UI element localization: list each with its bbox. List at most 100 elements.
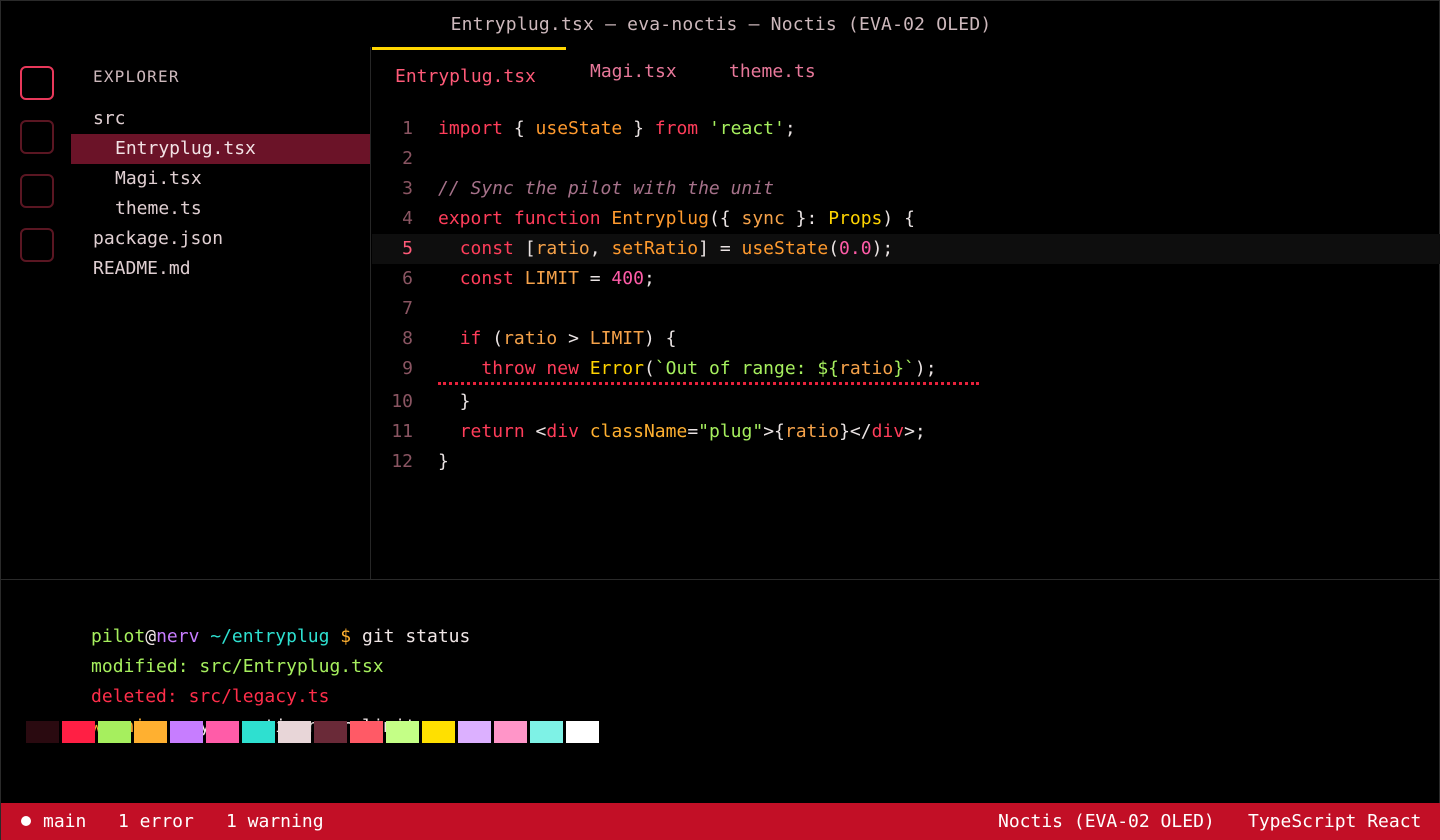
- palette-swatch: [170, 721, 203, 743]
- window-title: Entryplug.tsx — eva-noctis — Noctis (EVA…: [450, 13, 992, 35]
- code-token: (: [828, 238, 840, 259]
- code-token: );: [871, 238, 894, 259]
- code-token: div: [546, 421, 579, 442]
- editor-tabs: Entryplug.tsx Magi.tsx theme.ts: [372, 47, 1440, 101]
- palette-swatch: [458, 721, 491, 743]
- theme-indicator[interactable]: Noctis (EVA-02 OLED): [998, 803, 1215, 840]
- code-line[interactable]: 9 throw new Error(`Out of range: ${ratio…: [372, 354, 1440, 385]
- tree-file-readme[interactable]: README.md: [71, 254, 370, 284]
- line-number: 1: [402, 118, 413, 139]
- code-line[interactable]: 3 // Sync the pilot with the unit: [372, 174, 1440, 204]
- code-token: ({: [708, 208, 742, 229]
- code-token: ;: [784, 118, 796, 139]
- code-text: throw new Error(`Out of range: ${ratio}`…: [438, 354, 936, 384]
- code-text: export function Entryplug({ sync }: Prop…: [438, 204, 915, 234]
- code-token: =: [687, 421, 699, 442]
- line-number: 10: [391, 391, 413, 412]
- terminal-output-warning: warning: sync ratio near limit: [26, 682, 416, 737]
- code-token: (: [643, 358, 655, 379]
- palette-swatch: [422, 721, 455, 743]
- code-line[interactable]: 8 if (ratio > LIMIT) {: [372, 324, 1440, 354]
- code-token: =: [578, 268, 612, 289]
- code-line[interactable]: 4 export function Entryplug({ sync }: Pro…: [372, 204, 1440, 234]
- code-line[interactable]: 1 import { useState } from 'react';: [372, 114, 1440, 144]
- palette-swatch: [386, 721, 419, 743]
- tab-entryplug[interactable]: Entryplug.tsx: [372, 47, 566, 101]
- tree-file-entryplug[interactable]: Entryplug.tsx: [71, 134, 370, 164]
- code-token: Error: [589, 358, 644, 379]
- tree-file-theme[interactable]: theme.ts: [71, 194, 370, 224]
- code-token: ratio: [503, 328, 558, 349]
- terminal-output-modified: modified: src/Entryplug.tsx: [26, 622, 384, 677]
- code-token: }: [438, 451, 449, 472]
- line-number: 11: [391, 421, 413, 442]
- line-number: 3: [402, 178, 413, 199]
- extensions-icon[interactable]: [20, 228, 54, 262]
- code-line[interactable]: 2: [372, 144, 1440, 174]
- code-token: LIMIT: [524, 268, 579, 289]
- code-token: ,: [589, 238, 612, 259]
- code-text: import { useState } from 'react';: [438, 114, 796, 144]
- tree-file-magi[interactable]: Magi.tsx: [71, 164, 370, 194]
- code-token: div: [871, 421, 905, 442]
- code-token: return: [459, 421, 525, 442]
- code-token: useState: [741, 238, 829, 259]
- tab-magi[interactable]: Magi.tsx: [590, 47, 677, 101]
- explorer-icon[interactable]: [20, 66, 54, 100]
- activity-bar: [1, 47, 71, 579]
- line-number: 5: [402, 238, 413, 259]
- explorer-title: EXPLORER: [93, 67, 180, 86]
- code-token: function: [513, 208, 601, 229]
- palette-swatch: [134, 721, 167, 743]
- tree-folder-src[interactable]: src: [71, 104, 370, 134]
- code-line[interactable]: 11 return <div className="plug">{ratio}<…: [372, 417, 1440, 447]
- code-token: const: [459, 268, 514, 289]
- error-squiggle: [438, 382, 979, 385]
- code-line[interactable]: 5 const [ratio, setRatio] = useState(0.0…: [372, 234, 1440, 264]
- palette-swatch: [278, 721, 311, 743]
- code-token: [: [513, 238, 536, 259]
- palette-swatch: [206, 721, 239, 743]
- language-mode[interactable]: TypeScript React: [1248, 803, 1421, 840]
- terminal-output-deleted: deleted: src/legacy.ts: [26, 652, 329, 707]
- code-text: const [ratio, setRatio] = useState(0.0);: [438, 234, 894, 264]
- tab-theme[interactable]: theme.ts: [729, 47, 816, 101]
- terminal-panel[interactable]: pilot@nerv ~/entryplug $ git status modi…: [1, 579, 1440, 803]
- code-token: }`: [893, 358, 915, 379]
- code-line[interactable]: 6 const LIMIT = 400;: [372, 264, 1440, 294]
- code-text: }: [438, 447, 449, 477]
- palette-swatch: [242, 721, 275, 743]
- code-line[interactable]: 7: [372, 294, 1440, 324]
- code-token: import: [438, 118, 504, 139]
- code-token: LIMIT: [589, 328, 644, 349]
- line-number: 12: [391, 451, 413, 472]
- search-icon[interactable]: [20, 120, 54, 154]
- code-line[interactable]: 12}: [372, 447, 1440, 477]
- palette-swatch: [566, 721, 599, 743]
- code-token: `Out of range: ${: [654, 358, 840, 379]
- code-token: 'react': [708, 118, 785, 139]
- code-token: from: [654, 118, 699, 139]
- code-text: // Sync the pilot with the unit: [438, 174, 774, 204]
- error-count[interactable]: 1 error: [118, 803, 194, 840]
- source-control-icon[interactable]: [20, 174, 54, 208]
- tree-file-package-json[interactable]: package.json: [71, 224, 370, 254]
- code-token: >;: [904, 421, 926, 442]
- explorer-sidebar: EXPLORER src Entryplug.tsx Magi.tsx them…: [71, 47, 371, 579]
- palette-swatch: [530, 721, 563, 743]
- warning-count[interactable]: 1 warning: [226, 803, 324, 840]
- code-token: (: [481, 328, 504, 349]
- code-token: if: [459, 328, 482, 349]
- line-number: 6: [402, 268, 413, 289]
- code-line[interactable]: 10 }: [372, 387, 1440, 417]
- line-number: 8: [402, 328, 413, 349]
- branch-indicator[interactable]: main: [21, 803, 86, 840]
